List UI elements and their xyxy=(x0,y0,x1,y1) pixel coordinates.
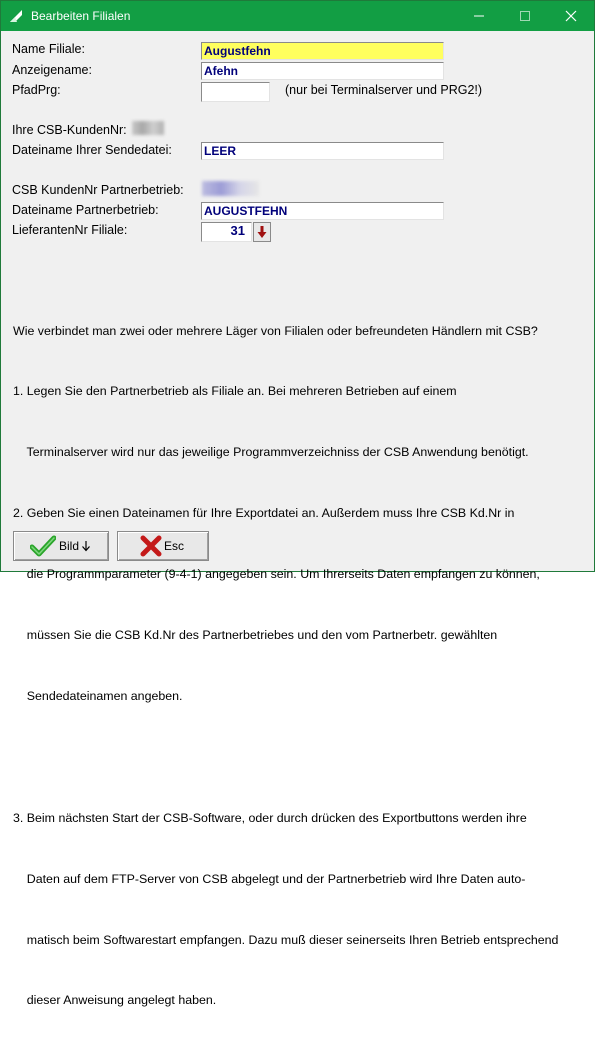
lieferanten-dropdown-button[interactable] xyxy=(253,222,271,242)
sendedatei-label: Dateiname Ihrer Sendedatei: xyxy=(12,143,172,157)
name-filiale-label: Name Filiale: xyxy=(12,42,85,56)
name-filiale-field[interactable]: Augustfehn xyxy=(201,42,444,60)
esc-button[interactable]: Esc xyxy=(117,531,209,561)
info-line: Wie verbindet man zwei oder mehrere Läge… xyxy=(13,323,538,338)
bild-button[interactable]: Bild xyxy=(13,531,109,561)
lieferanten-label: LieferantenNr Filiale: xyxy=(12,223,128,237)
info-text: Wie verbindet man zwei oder mehrere Läge… xyxy=(13,280,558,1051)
partner-kundennr-label: CSB KundenNr Partnerbetrieb: xyxy=(12,183,184,197)
info-line: 2. Geben Sie einen Dateinamen für Ihre E… xyxy=(13,506,515,521)
maximize-button[interactable] xyxy=(502,1,548,31)
minimize-icon xyxy=(474,15,484,17)
pfadprg-field[interactable] xyxy=(201,82,270,102)
info-line: müssen Sie die CSB Kd.Nr des Partnerbetr… xyxy=(13,628,498,643)
pfadprg-hint: (nur bei Terminalserver und PRG2!) xyxy=(285,83,483,97)
info-line: Terminalserver wird nur das jeweilige Pr… xyxy=(13,445,529,460)
edit-branches-window: Bearbeiten Filialen Name Filiale: August… xyxy=(0,0,595,1007)
arrow-down-icon xyxy=(82,541,90,552)
csb-kundennr-label: Ihre CSB-KundenNr: xyxy=(12,123,127,137)
partner-datei-field[interactable]: AUGUSTFEHN xyxy=(201,202,444,220)
sendedatei-field[interactable]: LEER xyxy=(201,142,444,160)
anzeigename-field[interactable]: Afehn xyxy=(201,62,444,80)
minimize-button[interactable] xyxy=(456,1,502,31)
info-line: matisch beim Softwarestart empfangen. Da… xyxy=(13,932,559,947)
redacted-kundennr xyxy=(132,121,164,135)
info-line: dieser Anweisung angelegt haben. xyxy=(13,993,217,1008)
maximize-icon xyxy=(520,11,530,21)
info-line xyxy=(13,747,558,767)
dialog-content: Name Filiale: Augustfehn Anzeigename: Af… xyxy=(1,32,594,1007)
checkmark-icon xyxy=(30,535,56,557)
title-bar[interactable]: Bearbeiten Filialen xyxy=(1,1,594,31)
info-line: 1. Legen Sie den Partnerbetrieb als Fili… xyxy=(13,384,457,399)
bild-button-label: Bild xyxy=(59,539,80,553)
info-line: 3. Beim nächsten Start der CSB-Software,… xyxy=(13,810,527,825)
partner-datei-label: Dateiname Partnerbetrieb: xyxy=(12,203,159,217)
close-icon xyxy=(565,10,577,22)
esc-button-label: Esc xyxy=(164,539,185,553)
lieferanten-field[interactable]: 31 xyxy=(201,222,252,242)
close-button[interactable] xyxy=(548,1,594,31)
redacted-partner-kundennr xyxy=(202,181,259,196)
info-line: Sendedateinamen angeben. xyxy=(13,688,183,703)
window-title: Bearbeiten Filialen xyxy=(31,9,131,23)
pfadprg-label: PfadPrg: xyxy=(12,83,61,97)
arrow-down-icon xyxy=(257,226,267,238)
app-icon xyxy=(10,10,22,22)
anzeigename-label: Anzeigename: xyxy=(12,63,92,77)
cancel-icon xyxy=(140,535,162,557)
info-line: Daten auf dem FTP-Server von CSB abgeleg… xyxy=(13,871,526,886)
info-line: die Programmparameter (9-4-1) angegeben … xyxy=(13,567,540,582)
